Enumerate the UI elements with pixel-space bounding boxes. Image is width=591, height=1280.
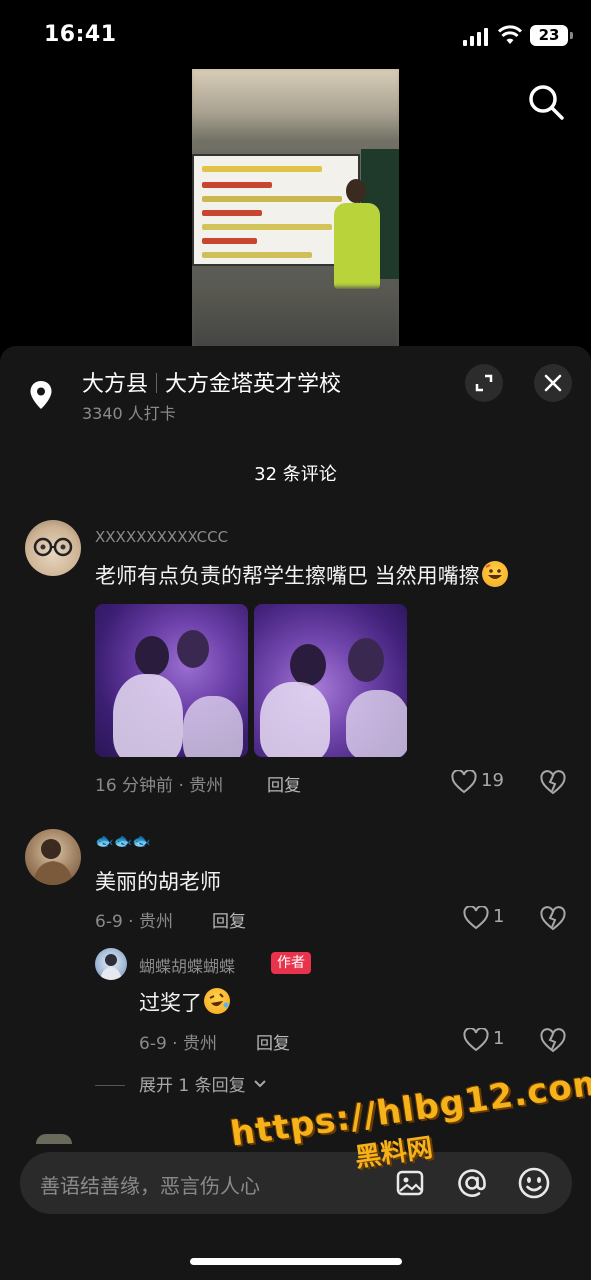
location-checkins: 3340 人打卡 xyxy=(82,404,176,423)
author-badge: 作者 xyxy=(271,952,311,974)
video-teacher-figure xyxy=(332,179,382,289)
avatar[interactable] xyxy=(25,520,81,576)
cellular-signal-icon xyxy=(463,28,489,46)
expand-icon xyxy=(475,374,493,392)
avatar[interactable] xyxy=(95,948,127,980)
search-icon[interactable] xyxy=(526,82,566,122)
home-indicator[interactable] xyxy=(190,1258,402,1265)
person-avatar xyxy=(100,954,122,980)
emoji-smile-icon[interactable] xyxy=(517,1166,551,1200)
reply-button[interactable]: 回复 xyxy=(256,1029,290,1054)
comment-body: 老师有点负责的帮学生擦嘴巴 当然用嘴擦 xyxy=(95,564,480,588)
reply-button[interactable]: 回复 xyxy=(212,907,246,932)
location-school: 大方金塔英才学校 xyxy=(165,372,342,397)
comment-body: 美丽的胡老师 xyxy=(95,870,221,894)
dislike-broken-heart-icon[interactable] xyxy=(540,1028,566,1054)
image-icon[interactable] xyxy=(395,1168,425,1198)
comment-meta: 6-9 · 贵州 xyxy=(95,912,173,932)
heart-icon xyxy=(463,906,489,930)
location-county: 大方县 xyxy=(82,372,149,397)
wifi-icon xyxy=(498,25,522,44)
status-bar: 16:41 23 xyxy=(0,0,591,70)
rofl-emoji-icon xyxy=(204,988,230,1014)
like-count: 1 xyxy=(493,1028,505,1049)
comment-text: 老师有点负责的帮学生擦嘴巴 当然用嘴擦 xyxy=(95,560,508,590)
divider xyxy=(95,1085,125,1086)
reply-meta: 6-9 · 贵州 xyxy=(139,1034,217,1054)
like-count: 19 xyxy=(481,770,504,791)
comment-photo[interactable] xyxy=(95,604,248,757)
glasses-cat-avatar xyxy=(33,537,73,557)
status-time: 16:41 xyxy=(44,22,117,47)
expand-replies-button[interactable]: 展开 1 条回复 xyxy=(95,1071,267,1096)
battery-icon: 23 xyxy=(530,25,573,46)
reply-text: 过奖了 xyxy=(139,987,230,1017)
comment-username[interactable]: 🐟🐟🐟 xyxy=(95,832,151,850)
like-button[interactable]: 19 xyxy=(451,769,511,795)
dislike-broken-heart-icon[interactable] xyxy=(540,770,566,796)
chevron-down-icon xyxy=(254,1080,266,1088)
heart-icon xyxy=(463,1028,489,1052)
location-title[interactable]: 大方县 大方金塔英才学校 xyxy=(82,366,341,398)
close-button[interactable] xyxy=(534,364,572,402)
like-count: 1 xyxy=(493,906,505,927)
dislike-broken-heart-icon[interactable] xyxy=(540,906,566,932)
comment-photo[interactable] xyxy=(254,604,407,757)
grinning-sweat-emoji-icon xyxy=(481,561,508,587)
comment-count: 32 条评论 xyxy=(254,464,337,485)
mention-at-icon[interactable] xyxy=(455,1166,489,1200)
comment-username[interactable]: XXXXXXXXXXCCC xyxy=(95,528,228,546)
reply-username[interactable]: 蝴蝶胡蝶蝴蝶 xyxy=(139,953,235,977)
comment-meta: 16 分钟前 · 贵州 xyxy=(95,776,224,796)
reply-body: 过奖了 xyxy=(139,991,202,1015)
comment-input-placeholder[interactable]: 善语结善缘，恶言伤人心 xyxy=(40,1170,260,1199)
close-icon xyxy=(544,374,562,392)
like-button[interactable]: 1 xyxy=(463,1027,511,1053)
avatar[interactable] xyxy=(25,829,81,885)
video-thumbnail[interactable] xyxy=(192,69,399,349)
location-pin-icon xyxy=(30,381,52,409)
avatar[interactable] xyxy=(36,1134,72,1144)
expand-button[interactable] xyxy=(465,364,503,402)
reply-button[interactable]: 回复 xyxy=(267,771,301,796)
heart-icon xyxy=(451,770,477,794)
like-button[interactable]: 1 xyxy=(463,905,511,931)
expand-replies-label: 展开 1 条回复 xyxy=(139,1076,246,1096)
person-avatar xyxy=(33,839,73,885)
